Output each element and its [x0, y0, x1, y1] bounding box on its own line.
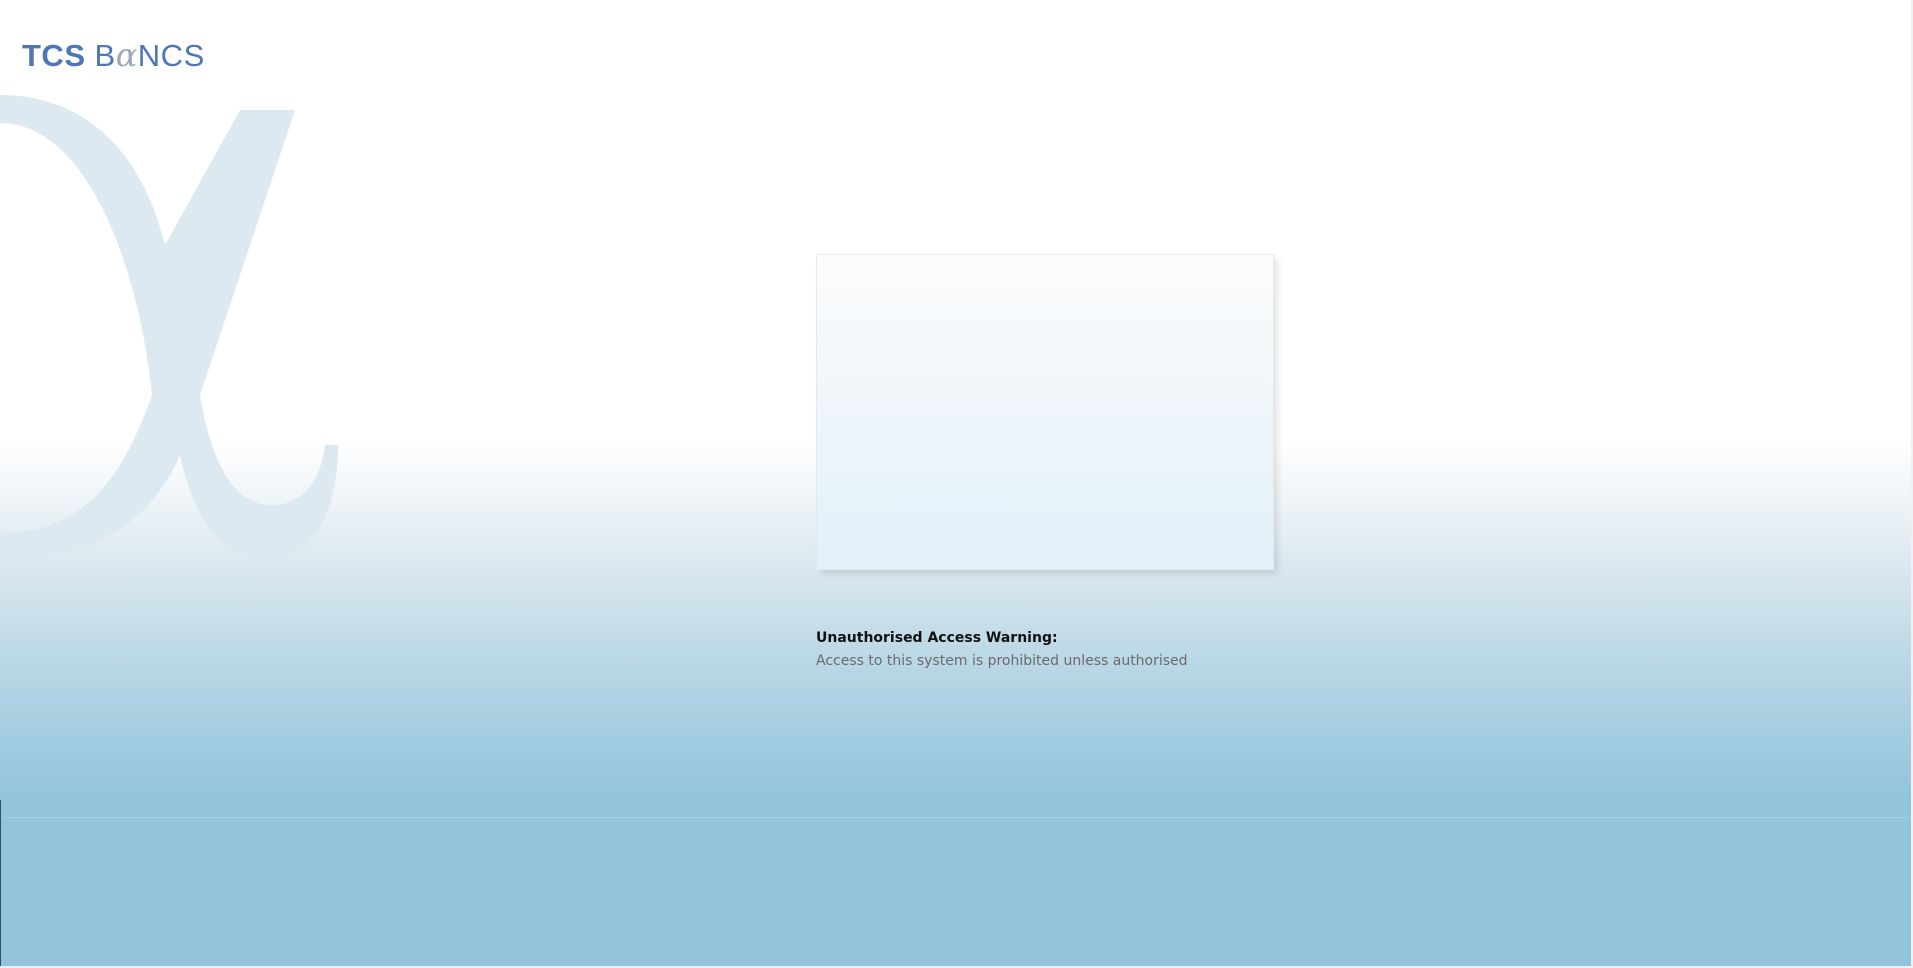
footer-band-divider: [0, 817, 1911, 818]
logo-bancs-prefix: B: [94, 38, 116, 73]
left-edge-rule: [0, 800, 1, 966]
login-frame: [816, 254, 1274, 570]
tcs-bancs-logo: TCS BαNCS: [22, 36, 205, 76]
access-warning: Unauthorised Access Warning: Access to t…: [816, 630, 1376, 669]
logo-bancs-text: BαNCS: [95, 36, 205, 74]
warning-message: Access to this system is prohibited unle…: [816, 653, 1188, 669]
logo-bancs-suffix: NCS: [137, 38, 205, 73]
logo-alpha-glyph: α: [115, 36, 138, 74]
warning-title: Unauthorised Access Warning:: [816, 630, 1058, 646]
logo-tcs-text: TCS: [22, 38, 86, 73]
login-page: TCS BαNCS Unauthorised Access Warning: A…: [0, 0, 1913, 968]
alpha-watermark-icon: [0, 95, 338, 560]
page-background: TCS BαNCS Unauthorised Access Warning: A…: [0, 0, 1913, 968]
